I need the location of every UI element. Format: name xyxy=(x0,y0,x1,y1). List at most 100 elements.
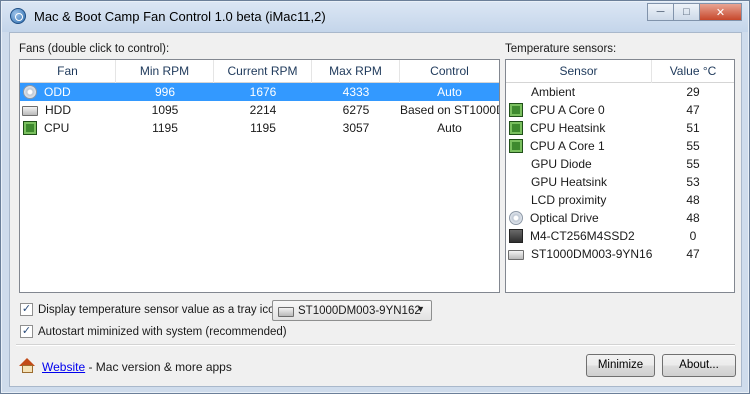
sensor-name-cell: GPU Heatsink xyxy=(506,173,652,191)
footer-divider xyxy=(16,344,735,346)
window-title: Mac & Boot Camp Fan Control 1.0 beta (iM… xyxy=(34,9,326,24)
sensor-name-cell: ST1000DM003-9YN162 xyxy=(506,245,652,263)
sensor-value: 0 xyxy=(689,229,697,243)
sensor-row[interactable]: CPU A Core 1 55 xyxy=(506,137,734,155)
fan-min-rpm: 996 xyxy=(154,85,176,99)
fan-current-rpm: 1676 xyxy=(249,85,277,99)
autostart-checkbox[interactable]: ✓ xyxy=(20,325,33,338)
sensor-value: 51 xyxy=(686,121,700,135)
sensor-value: 48 xyxy=(686,193,700,207)
tray-icon-option: ✓ Display temperature sensor value as a … xyxy=(20,303,284,316)
fan-control-mode: Auto xyxy=(437,121,462,135)
maximize-window-button[interactable]: □ xyxy=(673,3,699,21)
sensor-name: LCD proximity xyxy=(531,193,607,207)
sensor-value: 47 xyxy=(686,103,700,117)
fan-control-mode: Auto xyxy=(437,85,462,99)
sensor-row[interactable]: Ambient 29 xyxy=(506,83,734,101)
column-header-min-rpm[interactable]: Min RPM xyxy=(116,60,214,83)
sensor-name-cell: CPU Heatsink xyxy=(506,119,652,137)
fans-rows: ODD 996 1676 4333 Auto HDD 1095 2214 6275 Based o… xyxy=(20,83,499,137)
minimize-window-button[interactable]: ─ xyxy=(647,3,673,21)
fan-current-rpm: 2214 xyxy=(249,103,277,117)
hard-drive-icon xyxy=(508,250,524,260)
column-header-value[interactable]: Value °C xyxy=(652,60,734,83)
fan-name-cell: ODD xyxy=(20,83,116,101)
tray-sensor-dropdown[interactable]: ST1000DM003-9YN162 ▼ xyxy=(272,300,432,321)
fan-name-cell: HDD xyxy=(20,101,116,119)
sensor-value: 53 xyxy=(686,175,700,189)
optical-drive-icon xyxy=(509,211,523,225)
website-link[interactable]: Website xyxy=(42,360,85,374)
autostart-option: ✓ Autostart miminized with system (recom… xyxy=(20,325,287,338)
website-link-suffix: - Mac version & more apps xyxy=(85,360,232,374)
sensor-name-cell: LCD proximity xyxy=(506,191,652,209)
sensor-value: 55 xyxy=(686,139,700,153)
column-header-control[interactable]: Control xyxy=(400,60,499,83)
sensor-value: 47 xyxy=(686,247,700,261)
fan-min-rpm: 1095 xyxy=(151,103,179,117)
main-panel: Fans (double click to control): Temperat… xyxy=(9,32,742,387)
fan-control-mode: Based on ST1000DM00 xyxy=(400,103,499,117)
sensor-row[interactable]: Optical Drive 48 xyxy=(506,209,734,227)
sensor-name-cell: CPU A Core 0 xyxy=(506,101,652,119)
close-window-button[interactable]: ✕ xyxy=(699,3,742,21)
column-header-current-rpm[interactable]: Current RPM xyxy=(214,60,312,83)
fan-control-app-icon xyxy=(10,8,26,24)
column-header-fan[interactable]: Fan xyxy=(20,60,116,83)
sensor-value: 55 xyxy=(686,157,700,171)
sensor-row[interactable]: CPU Heatsink 51 xyxy=(506,119,734,137)
sensor-name: Optical Drive xyxy=(530,211,599,225)
column-header-sensor[interactable]: Sensor xyxy=(506,60,652,83)
about-button[interactable]: About... xyxy=(662,354,736,377)
sensor-value: 48 xyxy=(686,211,700,225)
sensor-name: Ambient xyxy=(531,85,576,99)
cpu-chip-icon xyxy=(509,121,523,135)
column-header-max-rpm[interactable]: Max RPM xyxy=(312,60,400,83)
autostart-label[interactable]: Autostart miminized with system (recomme… xyxy=(38,326,287,338)
cpu-chip-icon xyxy=(23,121,37,135)
sensors-list-header: Sensor Value °C xyxy=(506,60,734,83)
app-window: Mac & Boot Camp Fan Control 1.0 beta (iM… xyxy=(0,0,750,394)
sensor-row[interactable]: ST1000DM003-9YN162 47 xyxy=(506,245,734,263)
sensor-name-cell: Optical Drive xyxy=(506,209,652,227)
hard-drive-icon xyxy=(278,306,294,317)
fans-list-header: Fan Min RPM Current RPM Max RPM Control xyxy=(20,60,499,83)
fan-name: CPU xyxy=(44,121,70,135)
fans-label: Fans (double click to control): xyxy=(19,43,170,55)
sensor-name-cell: M4-CT256M4SSD2 xyxy=(506,227,652,245)
sensor-row[interactable]: GPU Heatsink 53 xyxy=(506,173,734,191)
fan-row[interactable]: CPU 1195 1195 3057 Auto xyxy=(20,119,499,137)
fan-row[interactable]: HDD 1095 2214 6275 Based on ST1000DM00 xyxy=(20,101,499,119)
minimize-button[interactable]: Minimize xyxy=(586,354,655,377)
sensor-row[interactable]: CPU A Core 0 47 xyxy=(506,101,734,119)
ssd-icon xyxy=(509,229,523,243)
fan-name: ODD xyxy=(44,85,71,99)
fans-list[interactable]: Fan Min RPM Current RPM Max RPM Control … xyxy=(19,59,500,293)
tray-icon-checkbox[interactable]: ✓ xyxy=(20,303,33,316)
hard-drive-icon xyxy=(22,106,38,116)
temperature-sensors-label: Temperature sensors: xyxy=(505,43,617,55)
fan-name: HDD xyxy=(45,103,71,117)
fan-max-rpm: 4333 xyxy=(342,85,370,99)
sensor-row[interactable]: LCD proximity 48 xyxy=(506,191,734,209)
sensors-rows: Ambient 29 CPU A Core 0 47 CPU Heatsink 51 CPU… xyxy=(506,83,734,263)
chevron-down-icon[interactable]: ▼ xyxy=(416,304,425,314)
tray-sensor-selected-value: ST1000DM003-9YN162 xyxy=(298,304,421,317)
window-controls: ─ □ ✕ xyxy=(647,3,742,21)
sensor-row[interactable]: GPU Diode 55 xyxy=(506,155,734,173)
tray-icon-label[interactable]: Display temperature sensor value as a tr… xyxy=(38,304,284,316)
fan-min-rpm: 1195 xyxy=(152,121,178,135)
fan-row[interactable]: ODD 996 1676 4333 Auto xyxy=(20,83,499,101)
sensor-name: GPU Diode xyxy=(531,157,592,171)
sensor-name: M4-CT256M4SSD2 xyxy=(530,229,635,243)
fan-name-cell: CPU xyxy=(20,119,116,137)
temperature-sensors-list[interactable]: Sensor Value °C Ambient 29 CPU A Core 0 47 C… xyxy=(505,59,735,293)
title-bar[interactable]: Mac & Boot Camp Fan Control 1.0 beta (iM… xyxy=(2,2,748,32)
fan-max-rpm: 3057 xyxy=(342,121,370,135)
sensor-value: 29 xyxy=(686,85,700,99)
footer-text: Website - Mac version & more apps xyxy=(42,360,232,374)
cpu-chip-icon xyxy=(509,103,523,117)
fan-max-rpm: 6275 xyxy=(342,103,370,117)
sensor-row[interactable]: M4-CT256M4SSD2 0 xyxy=(506,227,734,245)
sensor-name-cell: GPU Diode xyxy=(506,155,652,173)
